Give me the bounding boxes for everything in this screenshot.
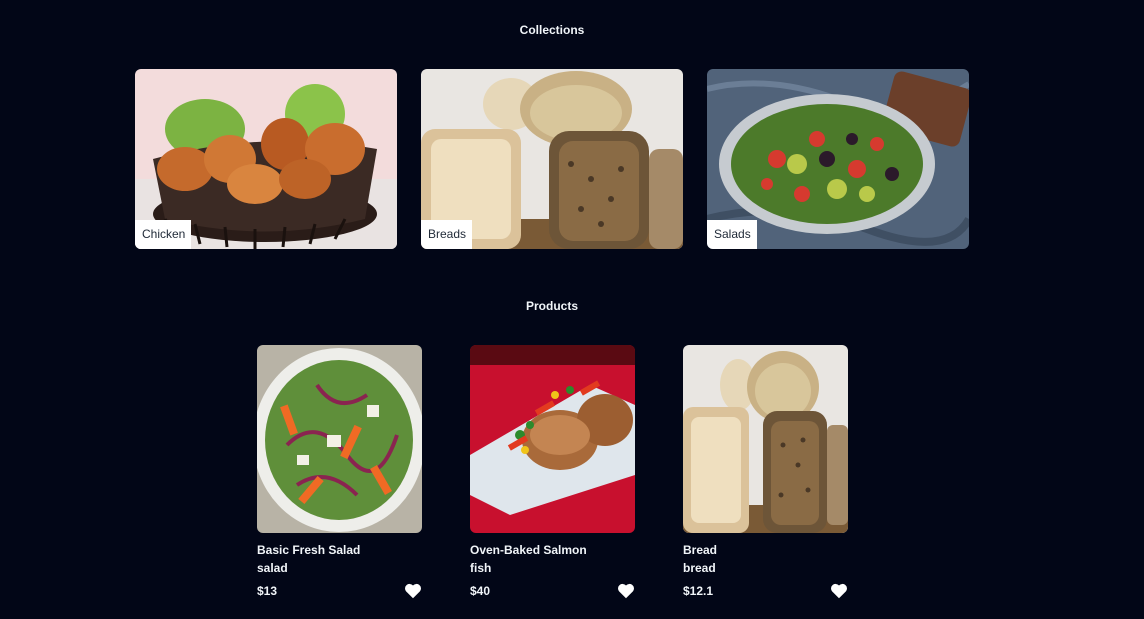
salad-image — [257, 345, 422, 533]
product-image[interactable] — [683, 345, 848, 533]
product-image[interactable] — [257, 345, 422, 533]
product-category: fish — [470, 561, 492, 575]
product-name: Basic Fresh Salad — [257, 543, 361, 557]
product-card-salad: Basic Fresh Salad salad $13 — [257, 345, 422, 599]
product-price: $40 — [470, 584, 491, 598]
collection-card-salads[interactable]: Salads — [707, 69, 969, 249]
collection-label: Chicken — [135, 220, 192, 249]
products-title: Products — [525, 299, 578, 313]
product-category: salad — [257, 561, 288, 575]
collection-label: Salads — [707, 220, 757, 249]
product-footer: $13 — [257, 583, 422, 599]
heart-icon[interactable] — [404, 583, 422, 599]
product-card-bread: Bread bread $12.1 — [683, 345, 848, 599]
collection-card-chicken[interactable]: Chicken — [135, 69, 397, 249]
product-price: $13 — [257, 584, 278, 598]
product-category: bread — [683, 561, 716, 575]
collection-label: Breads — [421, 220, 473, 249]
product-footer: $40 — [470, 583, 635, 599]
product-name: Bread — [683, 543, 718, 557]
product-footer: $12.1 — [683, 583, 848, 599]
collections-grid: Chicken Breads Salads — [135, 69, 969, 249]
heart-icon[interactable] — [830, 583, 848, 599]
heart-icon[interactable] — [617, 583, 635, 599]
collection-card-breads[interactable]: Breads — [421, 69, 683, 249]
product-price: $12.1 — [683, 584, 714, 598]
salmon-image — [470, 345, 635, 533]
product-image[interactable] — [470, 345, 635, 533]
product-card-salmon: Oven-Baked Salmon fish $40 — [470, 345, 635, 599]
collections-title: Collections — [519, 23, 585, 37]
bread-image — [683, 345, 848, 533]
product-name: Oven-Baked Salmon — [470, 543, 587, 557]
products-grid: Basic Fresh Salad salad $13 Oven-Baked S… — [257, 345, 848, 599]
